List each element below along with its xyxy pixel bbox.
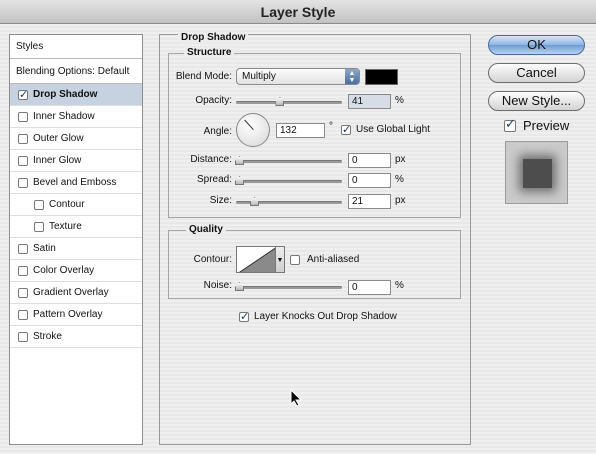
spread-field[interactable]: 0 bbox=[348, 173, 391, 188]
preview-label: Preview bbox=[523, 118, 570, 133]
style-item-label: Contour bbox=[49, 199, 85, 210]
opacity-field[interactable]: 41 bbox=[348, 94, 391, 109]
drop-shadow-title: Drop Shadow bbox=[178, 32, 249, 43]
select-arrows-icon: ▲ ▼ bbox=[345, 69, 359, 84]
opacity-slider[interactable] bbox=[236, 97, 342, 106]
contour-label: Contour: bbox=[193, 254, 232, 265]
style-item-label: Outer Glow bbox=[33, 133, 84, 144]
stroke-checkbox[interactable] bbox=[18, 331, 28, 342]
style-item-stroke[interactable]: Stroke bbox=[10, 326, 142, 348]
bevel-and-emboss-checkbox[interactable] bbox=[18, 177, 28, 188]
noise-unit: % bbox=[395, 280, 404, 291]
new-style-button[interactable]: New Style... bbox=[488, 91, 585, 111]
texture-checkbox[interactable] bbox=[34, 221, 44, 232]
anti-aliased-checkbox[interactable] bbox=[290, 254, 300, 265]
opacity-unit: % bbox=[395, 95, 404, 106]
size-unit: px bbox=[395, 195, 406, 206]
angle-dial[interactable] bbox=[236, 113, 270, 147]
gradient-overlay-checkbox[interactable] bbox=[18, 287, 28, 298]
styles-header[interactable]: Styles bbox=[10, 35, 142, 59]
opacity-label: Opacity: bbox=[195, 95, 232, 106]
noise-field[interactable]: 0 bbox=[348, 280, 391, 295]
style-item-pattern-overlay[interactable]: Pattern Overlay bbox=[10, 304, 142, 326]
style-item-satin[interactable]: Satin bbox=[10, 238, 142, 260]
style-item-label: Stroke bbox=[33, 331, 62, 342]
style-preview bbox=[505, 141, 568, 204]
contour-checkbox[interactable] bbox=[34, 199, 44, 210]
window-title: Layer Style bbox=[0, 0, 596, 24]
inner-shadow-checkbox[interactable] bbox=[18, 111, 28, 122]
angle-label: Angle: bbox=[203, 126, 232, 137]
spread-slider[interactable] bbox=[235, 176, 342, 185]
size-label: Size: bbox=[209, 195, 232, 206]
blend-mode-select[interactable]: Multiply ▲ ▼ bbox=[236, 68, 360, 85]
preview-row[interactable]: Preview bbox=[504, 117, 570, 133]
cancel-button[interactable]: Cancel bbox=[488, 63, 585, 83]
noise-slider[interactable] bbox=[235, 282, 342, 291]
style-item-label: Drop Shadow bbox=[33, 89, 98, 100]
color-overlay-checkbox[interactable] bbox=[18, 265, 28, 276]
angle-field[interactable]: 132 bbox=[276, 123, 325, 138]
style-item-bevel-and-emboss[interactable]: Bevel and Emboss bbox=[10, 172, 142, 194]
inner-glow-checkbox[interactable] bbox=[18, 155, 28, 166]
size-slider[interactable] bbox=[236, 197, 342, 206]
knockout-checkbox[interactable] bbox=[239, 310, 249, 323]
distance-slider[interactable] bbox=[235, 156, 342, 165]
style-item-texture[interactable]: Texture bbox=[10, 216, 142, 238]
size-field[interactable]: 21 bbox=[348, 194, 391, 209]
drop-shadow-checkbox[interactable] bbox=[18, 88, 28, 101]
contour-picker[interactable] bbox=[236, 246, 276, 273]
style-item-color-overlay[interactable]: Color Overlay bbox=[10, 260, 142, 282]
pattern-overlay-checkbox[interactable] bbox=[18, 309, 28, 320]
style-item-label: Color Overlay bbox=[33, 265, 95, 276]
contour-curve-icon bbox=[239, 247, 275, 272]
spread-unit: % bbox=[395, 174, 404, 185]
styles-list: Styles Blending Options: Default Drop Sh… bbox=[9, 34, 143, 445]
use-global-light-label: Use Global Light bbox=[356, 124, 430, 135]
knockout-row[interactable]: Layer Knocks Out Drop Shadow bbox=[239, 310, 397, 323]
anti-aliased-row[interactable]: Anti-aliased bbox=[290, 254, 359, 265]
style-item-label: Texture bbox=[49, 221, 82, 232]
style-item-inner-glow[interactable]: Inner Glow bbox=[10, 150, 142, 172]
style-item-contour[interactable]: Contour bbox=[10, 194, 142, 216]
distance-label: Distance: bbox=[190, 154, 232, 165]
style-item-label: Inner Glow bbox=[33, 155, 82, 166]
spread-label: Spread: bbox=[196, 174, 232, 185]
angle-unit: ° bbox=[329, 121, 333, 132]
outer-glow-checkbox[interactable] bbox=[18, 133, 28, 144]
style-item-label: Bevel and Emboss bbox=[33, 177, 117, 188]
ok-button[interactable]: OK bbox=[488, 35, 585, 55]
style-item-label: Pattern Overlay bbox=[33, 309, 103, 320]
use-global-light-row[interactable]: Use Global Light bbox=[341, 123, 430, 136]
anti-aliased-label: Anti-aliased bbox=[307, 254, 360, 265]
satin-checkbox[interactable] bbox=[18, 243, 28, 254]
preview-checkbox[interactable] bbox=[504, 117, 516, 132]
layer-style-dialog: Layer Style Styles Blending Options: Def… bbox=[0, 0, 596, 454]
knockout-label: Layer Knocks Out Drop Shadow bbox=[254, 311, 397, 322]
distance-unit: px bbox=[395, 154, 406, 165]
use-global-light-checkbox[interactable] bbox=[341, 123, 351, 136]
mouse-cursor-icon bbox=[290, 389, 302, 407]
style-item-label: Inner Shadow bbox=[33, 111, 95, 122]
style-item-gradient-overlay[interactable]: Gradient Overlay bbox=[10, 282, 142, 304]
style-item-label: Satin bbox=[33, 243, 56, 254]
style-item-drop-shadow[interactable]: Drop Shadow bbox=[10, 84, 142, 106]
shadow-color-swatch[interactable] bbox=[365, 69, 398, 85]
blend-mode-value: Multiply bbox=[242, 71, 276, 82]
style-item-inner-shadow[interactable]: Inner Shadow bbox=[10, 106, 142, 128]
blend-mode-label: Blend Mode: bbox=[175, 71, 232, 82]
contour-dropdown-button[interactable]: ▼ bbox=[276, 246, 285, 273]
noise-label: Noise: bbox=[203, 280, 232, 291]
style-item-label: Gradient Overlay bbox=[33, 287, 109, 298]
blending-options-item[interactable]: Blending Options: Default bbox=[10, 59, 142, 84]
style-item-outer-glow[interactable]: Outer Glow bbox=[10, 128, 142, 150]
quality-legend: Quality bbox=[186, 224, 226, 235]
structure-legend: Structure bbox=[184, 47, 235, 58]
preview-swatch bbox=[523, 159, 552, 188]
angle-dial-indicator bbox=[244, 119, 254, 130]
distance-field[interactable]: 0 bbox=[348, 153, 391, 168]
